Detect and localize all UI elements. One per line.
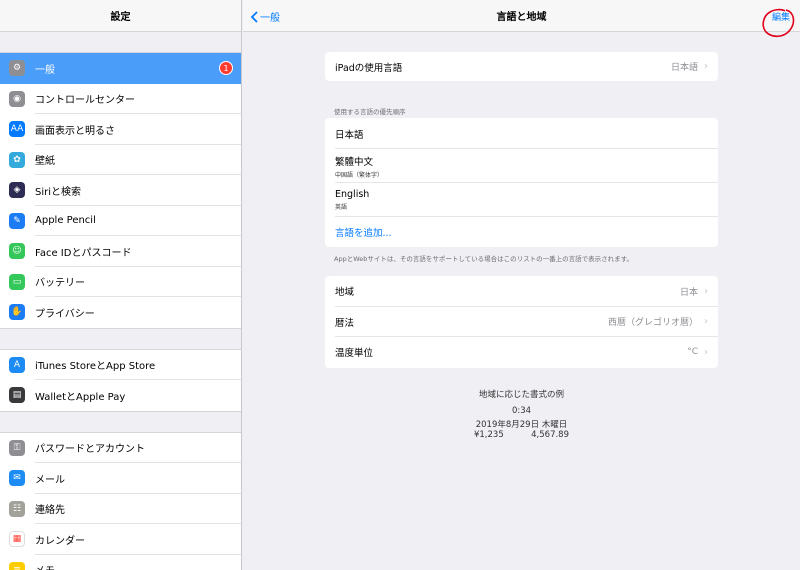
language-row[interactable]: 日本語 bbox=[325, 118, 718, 149]
sidebar-item-label: Face IDとパスコード bbox=[35, 247, 132, 259]
sidebar-item[interactable]: ◈ Siriと検索 bbox=[0, 175, 241, 206]
format-example-numbers: ¥1,235 4,567.89 bbox=[325, 430, 718, 440]
region-setting-value: °C bbox=[687, 347, 698, 358]
text-size-icon: AA bbox=[9, 121, 25, 138]
format-example-currency: ¥1,235 bbox=[473, 430, 504, 440]
region-card: 地域 日本 › 暦法 西暦（グレゴリオ暦） › 温度単位 °C › bbox=[325, 276, 718, 368]
preferred-footnote: AppとWebサイトは、その言語をサポートしている場合はこのリストの一番上の言語… bbox=[334, 255, 634, 263]
sidebar-item[interactable]: ⚿ パスワードとアカウント bbox=[0, 432, 241, 463]
sidebar-item[interactable]: ✉ メール bbox=[0, 463, 241, 494]
sidebar-item[interactable]: ☷ 連絡先 bbox=[0, 493, 241, 524]
wallet-icon: ▤ bbox=[9, 387, 25, 404]
chevron-right-icon: › bbox=[704, 346, 708, 358]
language-name: English bbox=[335, 189, 370, 200]
region-setting-row[interactable]: 暦法 西暦（グレゴリオ暦） › bbox=[325, 307, 718, 338]
region-setting-label: 地域 bbox=[335, 287, 355, 299]
sidebar-group: ⚿ パスワードとアカウント ✉ メール ☷ 連絡先 ▦ カレンダー ≡ メモ bbox=[0, 431, 241, 570]
add-language-label: 言語を追加... bbox=[335, 228, 392, 239]
format-example-number: 4,567.89 bbox=[531, 430, 569, 440]
sidebar-item-label: 壁紙 bbox=[35, 156, 55, 168]
sidebar-item-label: バッテリー bbox=[35, 278, 85, 290]
device-language-row[interactable]: iPadの使用言語 日本語 › bbox=[325, 52, 718, 81]
sidebar-item-label: プライバシー bbox=[35, 308, 95, 320]
sidebar-item[interactable]: ✎ Apple Pencil bbox=[0, 205, 241, 236]
language-row[interactable]: English 英語 bbox=[325, 183, 718, 217]
pencil-icon: ✎ bbox=[9, 212, 25, 229]
hand-icon: ✋ bbox=[9, 304, 25, 321]
sidebar-item-label: 画面表示と明るさ bbox=[35, 125, 115, 137]
navbar: 一般 言語と地域 編集 bbox=[243, 0, 800, 38]
sidebar-title: 設定 bbox=[0, 0, 241, 32]
preferred-section-label: 使用する言語の優先順序 bbox=[334, 108, 406, 116]
chevron-right-icon: › bbox=[704, 285, 708, 297]
gear-icon: ⚙ bbox=[9, 60, 25, 77]
wallpaper-flower-icon: ✿ bbox=[9, 151, 25, 168]
sidebar-item-label: コントロールセンター bbox=[35, 95, 135, 107]
battery-icon: ▭ bbox=[9, 273, 25, 290]
sidebar-item[interactable]: ▦ カレンダー bbox=[0, 524, 241, 555]
region-setting-row[interactable]: 温度単位 °C › bbox=[325, 337, 718, 368]
language-sub: 英語 bbox=[335, 204, 348, 211]
calendar-icon: ▦ bbox=[9, 531, 25, 548]
language-sub: 中国語（繁体字） bbox=[335, 171, 384, 179]
face-id-icon: ☺ bbox=[9, 243, 25, 260]
mail-icon: ✉ bbox=[9, 470, 25, 487]
language-name: 繁體中文 bbox=[335, 156, 374, 168]
sidebar-item[interactable]: ◉ コントロールセンター bbox=[0, 83, 241, 114]
main-pane: 一般 言語と地域 編集 iPadの使用言語 日本語 › 使用する言語の優先順序 日… bbox=[243, 0, 800, 570]
sidebar-group: ⚙ 一般 1 ◉ コントロールセンター AA 画面表示と明るさ ✿ 壁紙 ◈ Siriと検索 ✎ App… bbox=[0, 52, 241, 329]
language-name: 日本語 bbox=[335, 129, 364, 141]
notes-icon: ≡ bbox=[9, 561, 25, 570]
toggles-icon: ◉ bbox=[9, 90, 25, 107]
sidebar-item[interactable]: ☺ Face IDとパスコード bbox=[0, 236, 241, 267]
sidebar-item-label: メール bbox=[35, 474, 65, 486]
language-row[interactable]: 繁體中文中国語（繁体字） bbox=[325, 149, 718, 183]
sidebar-item[interactable]: ≡ メモ bbox=[0, 554, 241, 570]
preferred-languages-card: 日本語繁體中文中国語（繁体字） English 英語 言語を追加... bbox=[325, 118, 718, 247]
sidebar-item[interactable]: ⚙ 一般 1 bbox=[0, 53, 241, 84]
sidebar-item-label: カレンダー bbox=[35, 535, 85, 547]
add-language-button[interactable]: 言語を追加... bbox=[325, 217, 718, 247]
sidebar-item-label: Siriと検索 bbox=[35, 186, 82, 198]
red-circle-annotation bbox=[762, 8, 795, 38]
sidebar-item-label: iTunes StoreとApp Store bbox=[35, 361, 156, 373]
key-icon: ⚿ bbox=[9, 439, 25, 456]
sidebar-item[interactable]: ▭ バッテリー bbox=[0, 266, 241, 297]
sidebar-item[interactable]: AA 画面表示と明るさ bbox=[0, 114, 241, 145]
sidebar-item-label: メモ bbox=[35, 562, 241, 570]
siri-icon: ◈ bbox=[9, 182, 25, 199]
sidebar-item[interactable]: AiTunes StoreとApp Store bbox=[0, 349, 241, 380]
sidebar-item[interactable]: ✿ 壁紙 bbox=[0, 144, 241, 175]
chevron-right-icon: › bbox=[704, 61, 708, 72]
sidebar-item-label: 一般 bbox=[35, 64, 55, 76]
sidebar-group: AiTunes StoreとApp Store ▤ WalletとApple Pay bbox=[0, 348, 241, 412]
sidebar-item[interactable]: ✋ プライバシー bbox=[0, 297, 241, 328]
sidebar-item[interactable]: ▤ WalletとApple Pay bbox=[0, 380, 241, 411]
region-setting-value: 日本 bbox=[679, 287, 698, 298]
sidebar-item-label: WalletとApple Pay bbox=[35, 391, 126, 403]
format-example-date: 2019年8月29日 木曜日 bbox=[475, 420, 568, 430]
contacts-icon: ☷ bbox=[9, 500, 25, 517]
region-setting-label: 暦法 bbox=[335, 317, 355, 329]
page-title: 言語と地域 bbox=[496, 12, 547, 23]
sidebar-item-label: パスワードとアカウント bbox=[35, 444, 145, 456]
device-language-card: iPadの使用言語 日本語 › bbox=[325, 52, 718, 81]
device-language-value: 日本語 bbox=[670, 63, 698, 73]
format-example-time: 0:34 bbox=[511, 406, 532, 416]
app-store-icon: A bbox=[9, 356, 25, 373]
format-example-title: 地域に応じた書式の例 bbox=[478, 390, 564, 400]
region-setting-label: 温度単位 bbox=[335, 348, 374, 360]
device-language-label: iPadの使用言語 bbox=[335, 62, 403, 74]
notification-badge: 1 bbox=[219, 61, 233, 76]
region-setting-row[interactable]: 地域 日本 › bbox=[325, 276, 718, 307]
region-setting-value: 西暦（グレゴリオ暦） bbox=[607, 318, 698, 329]
chevron-right-icon: › bbox=[704, 316, 708, 328]
sidebar: 設定 ⚙ 一般 1 ◉ コントロールセンター AA 画面表示と明るさ ✿ 壁紙 ◈ Siriと検索 ✎… bbox=[0, 0, 242, 570]
sidebar-item-label: 連絡先 bbox=[35, 505, 65, 517]
sidebar-item-label: Apple Pencil bbox=[35, 215, 96, 227]
